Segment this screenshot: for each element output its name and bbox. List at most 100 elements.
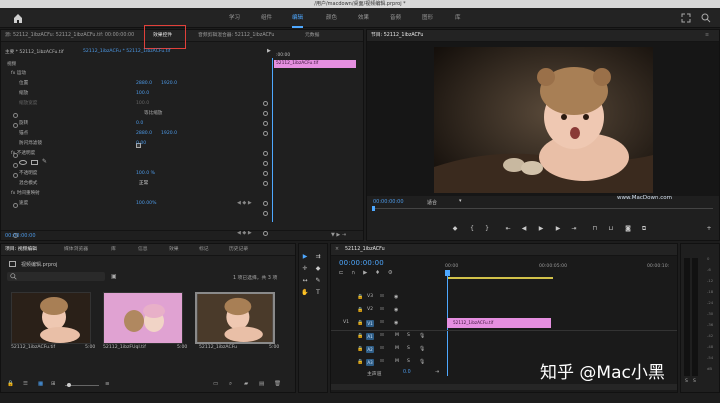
keyframe-nav-icon[interactable]: ◀ ◆ ▶: [237, 200, 252, 206]
lock-icon[interactable]: 🔒: [7, 381, 14, 387]
mark-in-icon[interactable]: {: [468, 225, 476, 233]
solo-button[interactable]: S: [407, 333, 410, 338]
new-item-icon[interactable]: ▤: [259, 381, 264, 387]
master-clip-label[interactable]: 主要 * 52112_1ibzACFu.tif: [5, 49, 64, 55]
clip-thumbnail-3[interactable]: [195, 292, 275, 344]
track-label[interactable]: A1: [366, 333, 374, 340]
add-marker-icon[interactable]: ◆: [451, 225, 459, 233]
lift-icon[interactable]: ⊓: [591, 225, 599, 233]
tab-audio-clip-mixer[interactable]: 音频剪辑混合器: 52112_1ibzACFu: [198, 30, 274, 42]
eye-icon[interactable]: ◉: [394, 294, 398, 300]
slip-tool-icon[interactable]: ↔: [301, 277, 309, 285]
master-track-value[interactable]: 0.0: [403, 370, 411, 375]
tab-project[interactable]: 项目: 视频编辑: [5, 244, 37, 256]
tab-color[interactable]: 颜色: [326, 8, 337, 28]
reset-opacity-icon[interactable]: [263, 201, 268, 206]
blend-mode-select[interactable]: 正常: [139, 179, 148, 188]
extract-icon[interactable]: ⊔: [607, 225, 615, 233]
track-select-tool-icon[interactable]: ⇉: [314, 253, 322, 261]
mute-button[interactable]: M: [395, 359, 399, 364]
reset-anchor-icon[interactable]: [263, 161, 268, 166]
reset-opacity-effect-icon[interactable]: [263, 181, 268, 186]
sync-lock-icon[interactable]: ⊟: [380, 320, 384, 325]
voice-over-icon[interactable]: 🎙: [419, 359, 425, 365]
tab-effects-panel[interactable]: 效果: [169, 244, 179, 256]
track-label[interactable]: V1: [366, 320, 374, 327]
position-x[interactable]: 2880.0: [136, 79, 152, 88]
tab-learn[interactable]: 学习: [229, 8, 240, 28]
sync-lock-icon[interactable]: ⊟: [380, 307, 384, 312]
sync-lock-icon[interactable]: ⊟: [380, 294, 384, 299]
tab-source[interactable]: 源: 52112_1ibzACFu: 52112_1ibzACFu.tif: 0…: [5, 30, 134, 42]
eye-icon[interactable]: ◉: [394, 320, 398, 326]
timeline-timecode[interactable]: 00:00:00:00: [339, 259, 384, 267]
work-area-bar[interactable]: [447, 277, 553, 279]
effect-motion[interactable]: fx 运动: [11, 69, 26, 78]
track-lock-icon[interactable]: 🔒: [357, 320, 363, 326]
rotation-stopwatch-icon[interactable]: [13, 153, 18, 158]
tab-editing[interactable]: 编辑: [292, 8, 304, 28]
program-timecode[interactable]: 00:00:00:00: [373, 199, 404, 205]
step-forward-icon[interactable]: ▶: [554, 225, 562, 233]
master-nav-icon[interactable]: ⇥: [435, 369, 439, 375]
mute-button[interactable]: M: [395, 346, 399, 351]
hand-tool-icon[interactable]: ✋: [301, 289, 309, 297]
tab-history[interactable]: 历史记录: [229, 244, 248, 256]
program-playhead[interactable]: [372, 206, 375, 211]
track-label[interactable]: A3: [366, 359, 374, 366]
reset-motion-icon[interactable]: [263, 101, 268, 106]
ellipse-mask-icon[interactable]: [19, 160, 27, 165]
play-only-icon[interactable]: ▶: [267, 48, 271, 54]
icon-view-icon[interactable]: ▦: [38, 381, 43, 387]
rectangle-mask-icon[interactable]: [31, 160, 38, 165]
new-bin-footer-icon[interactable]: ▰: [244, 381, 248, 387]
tab-media-browser[interactable]: 媒体浏览器: [64, 244, 88, 256]
step-back-icon[interactable]: ◀: [520, 225, 528, 233]
mark-out-icon[interactable]: }: [483, 225, 491, 233]
tab-libraries-panel[interactable]: 库: [111, 244, 116, 256]
close-sequence-icon[interactable]: ×: [335, 244, 339, 256]
tab-info[interactable]: 信息: [138, 244, 148, 256]
track-lock-icon[interactable]: 🔒: [357, 307, 363, 313]
position-stopwatch-icon[interactable]: [13, 113, 18, 118]
sequence-tab[interactable]: 52112_1ibzACFu: [345, 244, 385, 256]
tab-markers[interactable]: 标记: [199, 244, 209, 256]
reset-position-icon[interactable]: [263, 111, 268, 116]
go-to-out-icon[interactable]: ⇥: [570, 225, 578, 233]
eye-icon[interactable]: ◉: [394, 307, 398, 313]
anchor-y[interactable]: 1920.0: [161, 129, 177, 138]
play-icon[interactable]: ▶: [537, 225, 545, 233]
new-bin-icon[interactable]: ▣: [111, 273, 117, 280]
voice-over-icon[interactable]: 🎙: [419, 346, 425, 352]
speed-value[interactable]: 100.00%: [136, 199, 156, 208]
opacity-value[interactable]: 100.0 %: [136, 169, 155, 178]
razor-tool-icon[interactable]: ◆: [314, 265, 322, 273]
track-lock-icon[interactable]: 🔒: [357, 359, 363, 365]
sync-lock-icon[interactable]: ⊟: [380, 333, 384, 338]
scale-value[interactable]: 100.0: [136, 89, 149, 98]
reset-scale-width-icon[interactable]: [263, 131, 268, 136]
selection-tool-icon[interactable]: ▶: [301, 253, 309, 261]
add-button-icon[interactable]: +: [705, 225, 713, 233]
anti-flicker-value[interactable]: 0.00: [136, 139, 146, 148]
panel-menu-icon[interactable]: ≡: [705, 30, 709, 42]
opacity-stopwatch-icon[interactable]: [13, 203, 18, 208]
fit-select[interactable]: 适合: [427, 199, 437, 206]
clip-thumbnail-1[interactable]: [11, 292, 91, 344]
program-title[interactable]: 节目: 52112_1ibzACFu: [371, 30, 423, 42]
tab-metadata[interactable]: 元数据: [305, 30, 319, 42]
anchor-x[interactable]: 2880.0: [136, 129, 152, 138]
expand-icon[interactable]: [681, 13, 691, 23]
go-to-in-icon[interactable]: ⇤: [504, 225, 512, 233]
reset-antiflicker-icon[interactable]: [263, 171, 268, 176]
sync-lock-icon[interactable]: ⊟: [380, 359, 384, 364]
list-view-icon[interactable]: ☰: [23, 381, 28, 387]
tab-graphics[interactable]: 图形: [422, 8, 433, 28]
fit-dropdown-icon[interactable]: ▾: [459, 198, 462, 204]
zoom-slider-handle[interactable]: [67, 383, 71, 387]
timeline-clip[interactable]: 52112_1ibzACFu.tif: [447, 318, 551, 328]
find-icon[interactable]: ⌕: [229, 381, 232, 388]
home-icon[interactable]: [12, 12, 24, 24]
type-tool-icon[interactable]: T: [314, 289, 322, 297]
solo-left-button[interactable]: S: [685, 379, 688, 384]
